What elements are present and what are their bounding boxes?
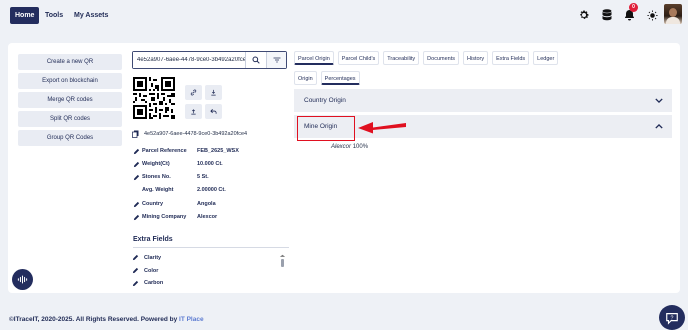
pencil-icon[interactable] xyxy=(132,147,140,155)
export-blockchain-button[interactable]: Export on blockchain xyxy=(18,73,122,89)
country-origin-accordion[interactable]: Country Origin xyxy=(294,89,672,112)
main-card: Create a new QR Export on blockchain Mer… xyxy=(8,43,680,293)
extra-field-row: Clarity xyxy=(132,254,161,261)
footer: ©ITraceIT, 2020-2025. All Rights Reserve… xyxy=(9,316,204,323)
annotation-arrow xyxy=(357,119,407,135)
svg-text:?: ? xyxy=(671,315,674,321)
mine-name: Alexcor xyxy=(331,144,352,150)
footer-brand-link[interactable]: IT Place xyxy=(179,316,204,323)
notification-badge: 0 xyxy=(629,3,638,12)
chat-help-icon: ? xyxy=(666,312,678,325)
soundwave-icon xyxy=(17,275,28,284)
filter-icon xyxy=(273,57,281,63)
tab-traceability[interactable]: Traceability xyxy=(383,51,420,65)
extra-fields-title: Extra Fields xyxy=(133,236,173,243)
link-button[interactable] xyxy=(185,85,202,100)
upload-button[interactable] xyxy=(185,104,202,119)
pencil-icon[interactable] xyxy=(132,173,140,181)
qr-search-bar xyxy=(132,51,287,69)
tab-parcel-origin[interactable]: Parcel Origin xyxy=(294,51,334,65)
extra-field-label: Carbon xyxy=(144,280,164,286)
property-value: 5 St. xyxy=(197,174,209,180)
nav-home[interactable]: Home xyxy=(10,7,40,24)
pencil-icon[interactable] xyxy=(132,280,139,286)
footer-text: ©ITraceIT, 2020-2025. All Rights Reserve… xyxy=(9,316,180,323)
highlight-box xyxy=(297,116,355,141)
qr-id-row: 4e52a907-6aee-4478-9ce0-3b492a20fce4 xyxy=(132,130,247,138)
search-icon xyxy=(252,56,260,64)
extra-fields-scrollbar[interactable] xyxy=(279,254,286,284)
property-row: Parcel Reference FEB_2625_WSX xyxy=(132,146,239,156)
property-row: Weight(Ct) 10.000 Ct. xyxy=(132,159,223,169)
split-qr-button[interactable]: Split QR codes xyxy=(18,111,122,127)
pencil-icon[interactable] xyxy=(132,160,140,168)
property-row: Mining Company Alexcor xyxy=(132,212,217,222)
property-value: FEB_2625_WSX xyxy=(197,148,239,154)
property-label: Country xyxy=(142,201,164,207)
property-value: Angola xyxy=(197,201,216,207)
qr-id-text: 4e52a907-6aee-4478-9ce0-3b492a20fce4 xyxy=(144,131,248,137)
chevron-down-icon xyxy=(654,95,664,105)
tab-documents[interactable]: Documents xyxy=(423,51,459,65)
property-row: Country Angola xyxy=(132,199,216,209)
mine-percent: 100% xyxy=(352,144,369,150)
tab-extra-fields[interactable]: Extra Fields xyxy=(492,51,530,65)
pencil-icon[interactable] xyxy=(132,200,140,208)
qr-code-image xyxy=(133,77,175,119)
download-icon xyxy=(211,89,216,96)
copy-icon[interactable] xyxy=(132,130,139,138)
subtab-percentages[interactable]: Percentages xyxy=(320,71,360,85)
property-value: 10.000 Ct. xyxy=(197,161,223,167)
nav-my-assets[interactable]: My Assets xyxy=(69,7,113,24)
filter-button[interactable] xyxy=(266,52,286,68)
search-button[interactable] xyxy=(245,52,266,68)
property-label: Weight(Ct) xyxy=(142,161,170,167)
download-button[interactable] xyxy=(205,85,222,100)
settings-gear-icon[interactable] xyxy=(577,8,591,22)
property-label: Mining Company xyxy=(142,214,187,220)
create-qr-button[interactable]: Create a new QR xyxy=(18,54,122,70)
qr-search-input[interactable] xyxy=(133,52,246,68)
reply-arrow-icon xyxy=(210,109,217,114)
sun-icon[interactable] xyxy=(645,8,659,22)
property-label: Parcel Reference xyxy=(142,148,187,154)
tab-ledger[interactable]: Ledger xyxy=(533,51,559,65)
database-icon[interactable] xyxy=(600,8,614,22)
property-label: Avg. Weight xyxy=(142,187,174,193)
pencil-icon[interactable] xyxy=(132,254,139,261)
subtab-origin[interactable]: Origin xyxy=(294,71,317,85)
share-button[interactable] xyxy=(205,104,222,119)
pencil-icon[interactable] xyxy=(132,267,139,274)
chevron-up-icon xyxy=(654,121,664,131)
link-icon xyxy=(190,89,197,96)
detail-tabs: Parcel Origin Parcel Child's Traceabilit… xyxy=(294,51,559,65)
property-row: Stones No. 5 St. xyxy=(132,172,209,182)
extra-field-row: Carbon xyxy=(132,280,163,286)
extra-field-label: Color xyxy=(144,267,159,274)
upload-icon xyxy=(191,109,196,115)
property-value: 2.00000 Ct. xyxy=(197,187,226,193)
help-chat-button[interactable]: ? xyxy=(659,305,685,330)
pencil-icon[interactable] xyxy=(132,213,140,221)
property-value: Alexcor xyxy=(197,214,218,220)
origin-subtabs: Origin Percentages xyxy=(294,71,360,85)
property-label: Stones No. xyxy=(142,174,171,180)
extra-field-label: Clarity xyxy=(144,254,162,261)
mine-origin-content: Alexcor 100% xyxy=(331,144,368,150)
scroll-thumb[interactable] xyxy=(281,259,284,267)
accordion-title: Country Origin xyxy=(304,97,346,104)
divider xyxy=(133,247,289,248)
voice-assistant-button[interactable] xyxy=(12,269,33,290)
nav-tools[interactable]: Tools xyxy=(40,7,68,24)
group-qr-button[interactable]: Group QR Codes xyxy=(18,130,122,146)
user-avatar[interactable] xyxy=(664,4,682,24)
extra-field-row: Color xyxy=(132,267,158,274)
scroll-up-icon xyxy=(279,254,286,257)
top-navbar: Home Tools My Assets 0 xyxy=(0,0,688,30)
tab-history[interactable]: History xyxy=(463,51,489,65)
merge-qr-button[interactable]: Merge QR codes xyxy=(18,92,122,108)
tab-parcel-childs[interactable]: Parcel Child's xyxy=(337,51,380,65)
